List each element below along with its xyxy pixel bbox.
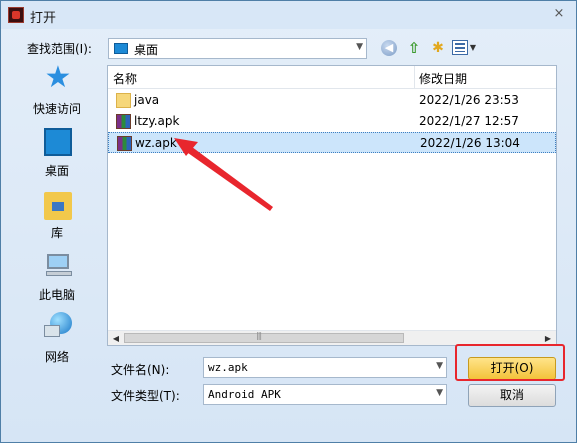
file-date: 2022/1/27 12:57 — [419, 114, 519, 128]
star-icon: ★ — [44, 60, 72, 95]
annotation-highlight-box — [455, 344, 565, 381]
file-row[interactable]: java 2022/1/26 23:53 — [108, 90, 556, 111]
desktop-icon — [44, 128, 72, 156]
filetype-label: 文件类型(T): — [111, 389, 180, 403]
archive-icon — [116, 114, 131, 129]
filename-label: 文件名(N): — [111, 363, 170, 377]
filename-field[interactable]: wz.apk ▼ — [203, 357, 447, 378]
network-icon — [44, 312, 72, 340]
back-icon[interactable]: ◀ — [381, 40, 397, 56]
chevron-down-icon: ▼ — [356, 42, 363, 52]
place-label: 网络 — [44, 350, 69, 364]
cancel-button[interactable]: 取消 — [468, 384, 556, 407]
library-icon — [44, 192, 72, 220]
place-label: 库 — [50, 226, 63, 240]
computer-icon — [44, 252, 72, 280]
app-icon — [8, 7, 24, 23]
look-in-value: 桌面 — [134, 43, 159, 57]
look-in-label: 查找范围(I): — [27, 42, 92, 56]
place-label: 桌面 — [44, 164, 69, 178]
place-label: 此电脑 — [38, 288, 75, 302]
folder-icon — [116, 93, 131, 108]
file-name: ltzy.apk — [134, 114, 180, 128]
place-library[interactable]: 库 — [9, 188, 105, 248]
place-network[interactable]: 网络 — [9, 312, 105, 372]
view-menu-icon[interactable] — [452, 40, 468, 55]
scroll-right-icon[interactable]: ▶ — [542, 333, 554, 344]
filetype-dropdown[interactable]: Android APK ▼ — [203, 384, 447, 405]
scrollbar-thumb[interactable] — [124, 331, 404, 343]
places-bar: ★ 快速访问 桌面 库 此电脑 网络 — [9, 60, 105, 376]
column-date-header[interactable]: 修改日期 — [419, 70, 467, 87]
chevron-down-icon: ▼ — [436, 388, 443, 398]
column-name-header[interactable]: 名称 — [113, 70, 137, 87]
place-label: 快速访问 — [32, 102, 81, 116]
place-desktop[interactable]: 桌面 — [9, 126, 105, 186]
file-list[interactable]: 名称 修改日期 java 2022/1/26 23:53 ltzy.apk 20… — [107, 65, 557, 346]
file-date: 2022/1/26 13:04 — [420, 136, 520, 150]
file-row-selected[interactable]: wz.apk 2022/1/26 13:04 — [108, 132, 556, 153]
file-date: 2022/1/26 23:53 — [419, 93, 519, 107]
up-folder-icon[interactable]: ⇧ — [404, 38, 424, 58]
place-this-pc[interactable]: 此电脑 — [9, 250, 105, 310]
filetype-value: Android APK — [208, 388, 281, 401]
look-in-dropdown[interactable]: 桌面 ▼ — [108, 38, 367, 59]
filename-value: wz.apk — [208, 361, 248, 374]
file-name: wz.apk — [135, 136, 177, 150]
scroll-left-icon[interactable]: ◀ — [110, 333, 122, 344]
close-button[interactable]: × — [549, 5, 569, 23]
chevron-down-icon[interactable]: ▼ — [436, 361, 443, 371]
archive-icon — [117, 136, 132, 151]
view-dropdown-arrow-icon[interactable]: ▼ — [469, 38, 477, 58]
window-title: 打开 — [30, 11, 57, 26]
column-header: 名称 修改日期 — [108, 66, 556, 89]
new-folder-icon[interactable]: ✱ — [428, 38, 448, 58]
file-name: java — [134, 93, 160, 107]
place-quick-access[interactable]: ★ 快速访问 — [9, 60, 105, 124]
title-bar: 打开 × — [1, 1, 576, 29]
desktop-icon — [114, 43, 128, 54]
file-row[interactable]: ltzy.apk 2022/1/27 12:57 — [108, 111, 556, 132]
